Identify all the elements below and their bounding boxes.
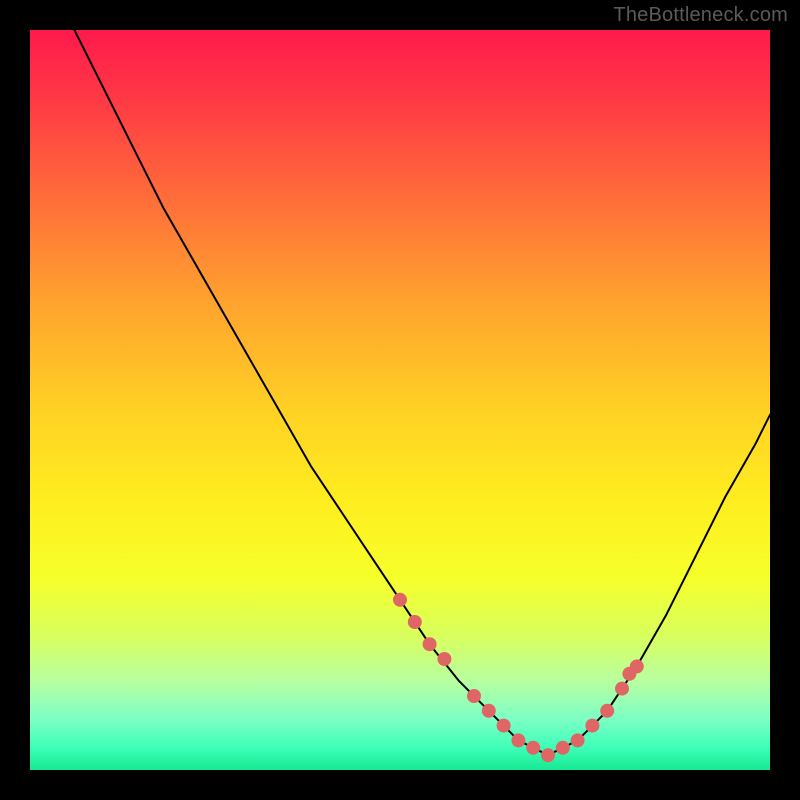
watermark-text: TheBottleneck.com (613, 4, 788, 27)
curve-marker-dot (541, 748, 555, 762)
chart-plot-area (30, 30, 770, 770)
curve-marker-dot (526, 741, 540, 755)
curve-marker-dot (482, 704, 496, 718)
curve-marker-dot (571, 733, 585, 747)
bottleneck-curve (74, 30, 770, 755)
curve-marker-dot (511, 733, 525, 747)
chart-svg (30, 30, 770, 770)
curve-marker-dot (556, 741, 570, 755)
curve-marker-dot (615, 682, 629, 696)
curve-marker-dot (408, 615, 422, 629)
curve-marker-dot (600, 704, 614, 718)
curve-marker-dot (585, 719, 599, 733)
curve-marker-dot (423, 637, 437, 651)
curve-marker-dot (393, 593, 407, 607)
curve-marker-dot (497, 719, 511, 733)
curve-marker-dot (630, 659, 644, 673)
curve-markers (393, 593, 644, 762)
curve-marker-dot (437, 652, 451, 666)
curve-marker-dot (467, 689, 481, 703)
